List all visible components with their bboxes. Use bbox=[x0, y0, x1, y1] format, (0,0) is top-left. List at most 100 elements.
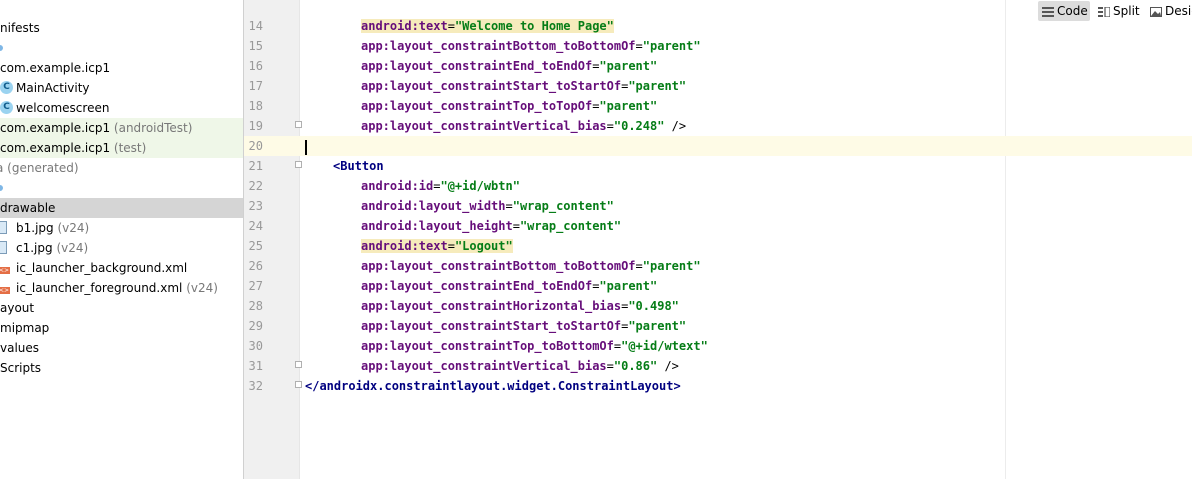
code-text: android:layout_height="wrap_content" bbox=[361, 216, 621, 236]
equals-sign: = bbox=[635, 39, 643, 53]
tree-item-generated[interactable]: a (generated) bbox=[0, 158, 243, 178]
tree-item-manifests[interactable]: nifests bbox=[0, 18, 243, 38]
xml-attribute-name: app:layout_constraintEnd_toEndOf bbox=[361, 59, 593, 73]
code-line[interactable]: 30 app:layout_constraintTop_toBottomOf="@… bbox=[244, 336, 1192, 356]
code-view-button[interactable]: Code bbox=[1038, 1, 1090, 21]
folder-icon bbox=[0, 185, 3, 191]
code-text: app:layout_constraintEnd_toEndOf="parent… bbox=[361, 276, 657, 296]
code-line[interactable]: 15 app:layout_constraintBottom_toBottomOf… bbox=[244, 36, 1192, 56]
code-line[interactable]: 27 app:layout_constraintEnd_toEndOf="pare… bbox=[244, 276, 1192, 296]
equals-sign: = bbox=[447, 239, 455, 253]
tree-item-b1[interactable]: b1.jpg (v24) bbox=[0, 218, 243, 238]
fold-marker-icon[interactable] bbox=[295, 361, 302, 368]
xml-attribute-name: app:layout_constraintTop_toTopOf bbox=[361, 99, 593, 113]
tree-item-label: ic_launcher_foreground.xml bbox=[16, 281, 183, 295]
tree-item-label: welcomescreen bbox=[16, 101, 110, 115]
tree-item-mainactivity[interactable]: C MainActivity bbox=[0, 78, 243, 98]
tree-item-c1[interactable]: c1.jpg (v24) bbox=[0, 238, 243, 258]
xml-attribute-value: "parent" bbox=[642, 39, 701, 53]
tree-item-ic-launcher-foreground[interactable]: <> ic_launcher_foreground.xml (v24) bbox=[0, 278, 243, 298]
code-text: android:id="@+id/wbtn" bbox=[361, 176, 520, 196]
tree-item-label: Scripts bbox=[0, 361, 42, 375]
line-number: 24 bbox=[248, 219, 263, 233]
tree-item-label: MainActivity bbox=[16, 81, 90, 95]
xml-file-icon: <> bbox=[0, 287, 10, 294]
code-editor[interactable]: 14 android:text="Welcome to Home Page" 15 a… bbox=[244, 0, 1192, 479]
tree-item-hint: (v24) bbox=[52, 241, 89, 255]
code-text: app:layout_constraintStart_toStartOf="pa… bbox=[361, 316, 686, 336]
tree-item-label: com.example.icp1 bbox=[0, 61, 111, 75]
line-number: 18 bbox=[248, 99, 263, 113]
line-number: 25 bbox=[248, 239, 263, 253]
code-text: app:layout_constraintVertical_bias="0.24… bbox=[361, 116, 686, 136]
tree-item-drawable[interactable]: drawable bbox=[0, 198, 243, 218]
line-number: 19 bbox=[248, 119, 263, 133]
xml-attribute-value: "wrap_content" bbox=[519, 219, 622, 233]
line-number: 20 bbox=[248, 139, 263, 153]
fold-marker-icon[interactable] bbox=[295, 381, 302, 388]
xml-attribute-value: "parent" bbox=[642, 259, 701, 273]
design-view-button[interactable]: Desig bbox=[1146, 1, 1192, 21]
equals-sign: = bbox=[606, 359, 614, 373]
xml-attribute-value: "Welcome to Home Page" bbox=[454, 19, 614, 33]
tree-item-label: com.example.icp1 bbox=[0, 121, 111, 135]
tree-item-mipmap[interactable]: mipmap bbox=[0, 318, 243, 338]
line-number: 26 bbox=[248, 259, 263, 273]
code-text: app:layout_constraintTop_toBottomOf="@+i… bbox=[361, 336, 708, 356]
equals-sign: = bbox=[505, 199, 513, 213]
tree-item-values[interactable]: values bbox=[0, 338, 243, 358]
tree-item-layout[interactable]: ayout bbox=[0, 298, 243, 318]
xml-attribute-value: "parent" bbox=[628, 79, 687, 93]
code-line[interactable]: 26 app:layout_constraintBottom_toBottomOf… bbox=[244, 256, 1192, 276]
fold-marker-icon[interactable] bbox=[295, 161, 302, 168]
xml-attribute-name: app:layout_constraintEnd_toEndOf bbox=[361, 279, 593, 293]
xml-attribute-name: android:layout_height bbox=[361, 219, 513, 233]
line-number: 29 bbox=[248, 319, 263, 333]
xml-attribute-name: app:layout_constraintBottom_toBottomOf bbox=[361, 259, 636, 273]
tree-item-gradle-scripts[interactable]: Scripts bbox=[0, 358, 243, 378]
tree-item-label: mipmap bbox=[0, 321, 50, 335]
line-number: 22 bbox=[248, 179, 263, 193]
split-view-button[interactable]: Split bbox=[1094, 1, 1146, 21]
xml-attribute-name: app:layout_constraintVertical_bias bbox=[361, 119, 607, 133]
tree-item-hint: a (generated) bbox=[0, 161, 79, 175]
tree-item-ic-launcher-background[interactable]: <> ic_launcher_background.xml bbox=[0, 258, 243, 278]
tree-item-package[interactable]: com.example.icp1 bbox=[0, 58, 243, 78]
code-line[interactable]: 18 app:layout_constraintTop_toTopOf="pare… bbox=[244, 96, 1192, 116]
folder-icon bbox=[0, 45, 3, 51]
code-line[interactable]: 31 app:layout_constraintVertical_bias="0.… bbox=[244, 356, 1192, 376]
line-number: 14 bbox=[248, 19, 263, 33]
tree-item-package-androidtest[interactable]: com.example.icp1 (androidTest) bbox=[0, 118, 243, 138]
xml-attribute-name: app:layout_constraintVertical_bias bbox=[361, 359, 607, 373]
code-text: android:text="Logout" bbox=[361, 236, 513, 256]
tag-close: /> bbox=[657, 359, 679, 373]
tree-item-java[interactable] bbox=[0, 38, 243, 58]
image-file-icon bbox=[0, 241, 7, 254]
equals-sign: = bbox=[447, 19, 455, 33]
code-line[interactable]: 16 app:layout_constraintEnd_toEndOf="pare… bbox=[244, 56, 1192, 76]
tree-item-package-test[interactable]: com.example.icp1 (test) bbox=[0, 138, 243, 158]
code-line[interactable]: 23 android:layout_width="wrap_content" bbox=[244, 196, 1192, 216]
code-line[interactable]: 22 android:id="@+id/wbtn" bbox=[244, 176, 1192, 196]
tree-item-label: values bbox=[0, 341, 40, 355]
code-line[interactable]: 20 bbox=[244, 136, 1192, 156]
code-line[interactable]: 21 <Button bbox=[244, 156, 1192, 176]
code-line[interactable]: 19 app:layout_constraintVertical_bias="0.… bbox=[244, 116, 1192, 136]
fold-marker-icon[interactable] bbox=[295, 121, 302, 128]
code-line[interactable]: 32 </androidx.constraintlayout.widget.Con… bbox=[244, 376, 1192, 396]
code-line[interactable]: 25 android:text="Logout" bbox=[244, 236, 1192, 256]
code-text: app:layout_constraintEnd_toEndOf="parent… bbox=[361, 56, 657, 76]
code-line[interactable]: 29 app:layout_constraintStart_toStartOf="… bbox=[244, 316, 1192, 336]
xml-attribute-name: android:text bbox=[361, 239, 448, 253]
tree-item-welcomescreen[interactable]: C welcomescreen bbox=[0, 98, 243, 118]
class-icon: C bbox=[0, 81, 13, 94]
code-line[interactable]: 24 android:layout_height="wrap_content" bbox=[244, 216, 1192, 236]
split-view-icon bbox=[1098, 6, 1110, 17]
xml-attribute-name: app:layout_constraintTop_toBottomOf bbox=[361, 339, 614, 353]
code-text: app:layout_constraintBottom_toBottomOf="… bbox=[361, 36, 701, 56]
tree-item-res[interactable] bbox=[0, 178, 243, 198]
xml-attribute-value: "@+id/wbtn" bbox=[440, 179, 520, 193]
line-number: 32 bbox=[248, 379, 263, 393]
code-line[interactable]: 17 app:layout_constraintStart_toStartOf="… bbox=[244, 76, 1192, 96]
code-line[interactable]: 28 app:layout_constraintHorizontal_bias="… bbox=[244, 296, 1192, 316]
